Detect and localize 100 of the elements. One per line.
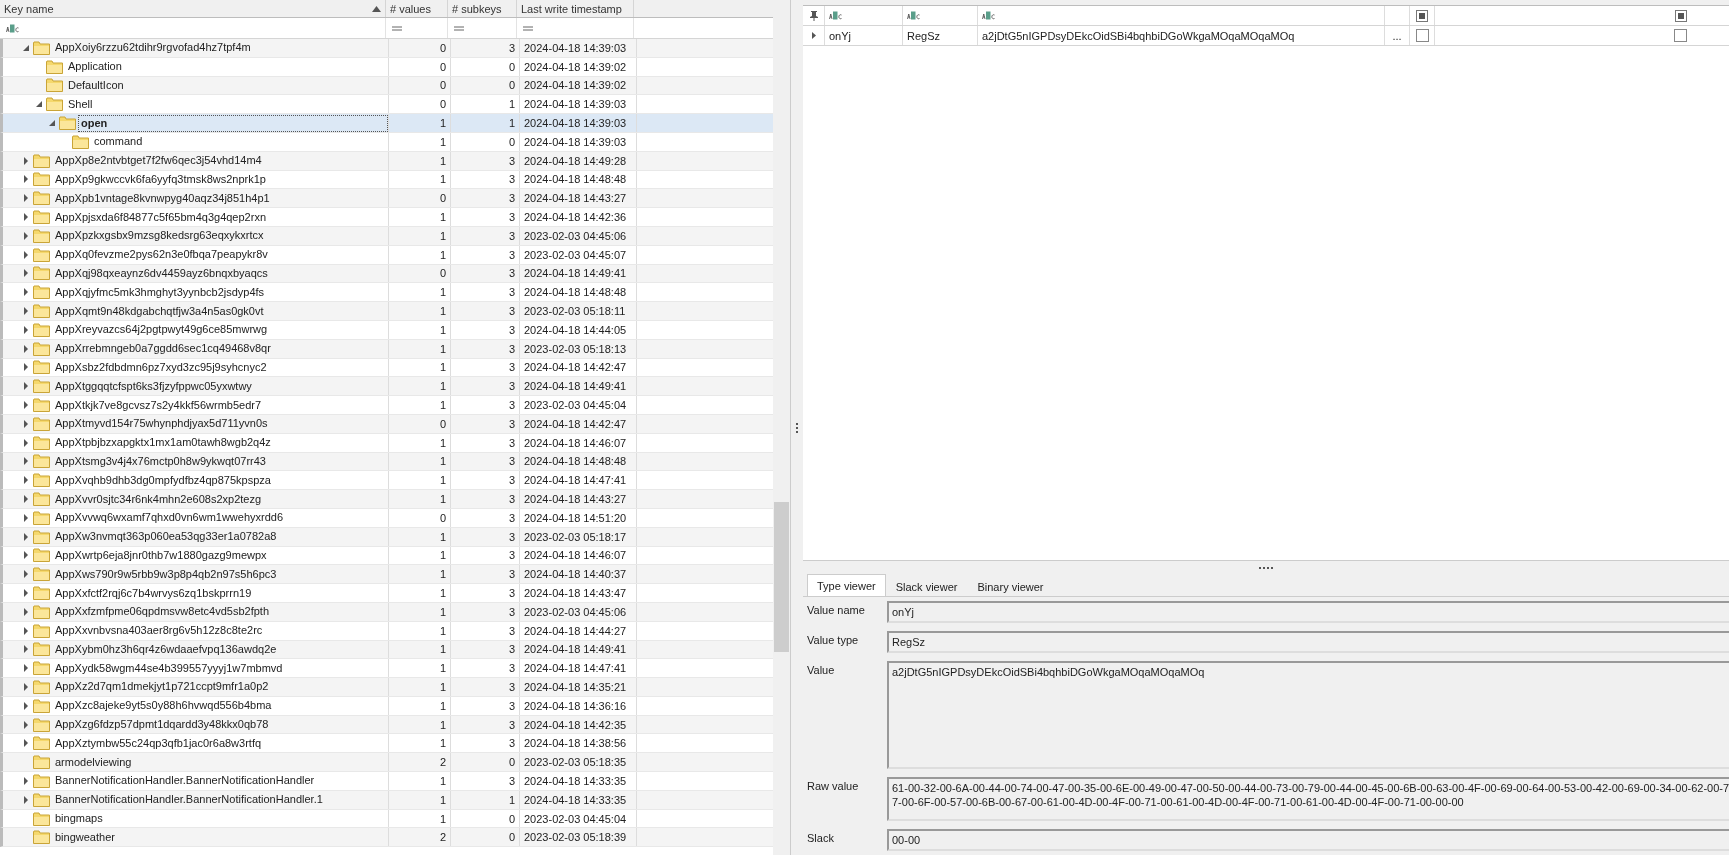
tree-row[interactable]: AppXpb1vntage8kvnwpyg40aqz34j851h4p1 0 3 2024-04-18 14:43:27 — [0, 189, 773, 209]
indeterminate-checkbox-icon[interactable] — [1674, 9, 1687, 22]
expand-arrow-icon[interactable] — [22, 457, 30, 466]
expand-arrow-icon[interactable] — [22, 382, 30, 391]
collapse-arrow-icon[interactable] — [22, 43, 30, 52]
expand-arrow-icon[interactable] — [22, 776, 30, 785]
key-name: AppXzg6fdzp57dpmt1dqardd3y48kkx0qb78 — [54, 717, 270, 733]
column-header[interactable]: Last write timestamp — [517, 0, 634, 17]
expand-arrow-icon[interactable] — [22, 344, 30, 353]
tree-row[interactable]: AppXvvr0sjtc34r6nk4mhn2e608s2xp2tezg 1 3 2024-04-18 14:43:27 — [0, 490, 773, 509]
expand-arrow-icon[interactable] — [22, 269, 30, 278]
folder-icon — [33, 266, 50, 281]
key-name: AppXtggqqtcfspt6ks3fjzyfppwc05yxwtwy — [54, 378, 253, 394]
expand-arrow-icon[interactable] — [22, 683, 30, 691]
text-field[interactable]: a2jDtG5nIGPDsyDEkcOidSBi4bqhbiDGoWkgaMOqaMOqaMOq — [887, 661, 1729, 769]
tree-row[interactable]: bingweather 2 0 2023-02-03 05:18:39 — [0, 828, 773, 848]
key-name: AppXydk58wgm44se4b399557yyyj1w7mbmvd — [54, 660, 284, 676]
table-cell: 1 — [389, 433, 451, 452]
folder-icon — [33, 755, 50, 770]
tree-row[interactable]: AppXxfctf2rqj6c7b4wrvys6zq1bskprrn19 1 3 2024-04-18 14:43:47 — [0, 584, 773, 603]
tree-row[interactable]: open 1 1 2024-04-18 14:39:03 — [0, 114, 773, 133]
key-name: AppXws790r9w5rbb9w3p8p4qb2n97s5h6pc3 — [54, 566, 278, 582]
column-header[interactable]: Key name — [0, 0, 386, 17]
table-cell: 2024-04-18 14:49:41 — [520, 640, 637, 659]
tree-row[interactable]: Shell 0 1 2024-04-18 14:39:03 — [0, 95, 773, 115]
expand-arrow-icon[interactable] — [22, 194, 30, 203]
text-field[interactable]: RegSz — [887, 631, 1729, 653]
tree-row[interactable]: AppXtggqqtcfspt6ks3fjzyfppwc05yxwtwy 1 3 2024-04-18 14:49:41 — [0, 377, 773, 397]
text-field[interactable]: 61-00-32-00-6A-00-44-00-74-00-47-00-35-00-6E-00-49-00-47-00-50-00-44-00-73-00-79-00-44-00-45-00-6B-00-63-00-4F-00-69-00-64-00-53-00-42-00-69-00-34-00-62-00-7 7-00-6F-00-57-00-6B-00-67-00-61-00-4D-00-4F-00-71-00-61-00-4D-00-4F-00-71-00-61-00-4D-00-4F-00-71-00-00-00 — [887, 777, 1729, 821]
pin-icon[interactable] — [809, 10, 818, 21]
table-cell: 3 — [451, 170, 520, 189]
expand-arrow-icon[interactable] — [22, 645, 30, 654]
column-header[interactable]: # subkeys — [448, 0, 517, 17]
expand-arrow-icon[interactable] — [22, 720, 30, 729]
table-cell: 1 — [389, 339, 451, 358]
expand-arrow-icon[interactable] — [22, 495, 30, 503]
tree-row[interactable]: AppXqmt9n48kdgabchqtfjw3a4n5as0gk0vt 1 3 2023-02-03 05:18:11 — [0, 302, 773, 321]
expand-arrow-icon[interactable] — [22, 250, 30, 259]
folder-icon — [33, 304, 50, 319]
ellipsis-button[interactable]: ... — [1385, 26, 1410, 45]
expand-arrow-icon[interactable] — [22, 288, 30, 297]
checkbox[interactable] — [1674, 29, 1687, 42]
scrollbar[interactable] — [773, 0, 790, 855]
table-cell: 1 — [389, 396, 451, 414]
table-cell: 2023-02-03 05:18:17 — [520, 527, 637, 546]
expand-arrow-icon[interactable] — [22, 589, 30, 597]
tree-row[interactable]: BannerNotificationHandler.BannerNotificationHandler 1 3 2024-04-18 14:33:35 — [0, 772, 773, 791]
expand-arrow-icon[interactable] — [22, 363, 30, 372]
folder-icon — [33, 172, 50, 187]
expand-arrow-icon[interactable] — [22, 795, 30, 804]
table-cell: 1 — [389, 584, 451, 602]
tree-row[interactable]: AppXws790r9w5rbb9w3p8p4qb2n97s5h6pc3 1 3 2024-04-18 14:40:37 — [0, 565, 773, 585]
tree-row[interactable]: armodelviewing 2 0 2023-02-03 05:18:35 — [0, 753, 773, 773]
key-name: AppXzc8ajeke9yt5s0y88h6hvwqd556b4bma — [54, 698, 273, 714]
folder-icon — [33, 642, 50, 657]
tree-row[interactable]: AppXqjyfmc5mk3hmghyt3yynbcb2jsdyp4fs 1 3 2024-04-18 14:48:48 — [0, 283, 773, 303]
checkbox[interactable] — [1415, 29, 1429, 42]
expand-arrow-icon[interactable] — [22, 156, 30, 165]
table-cell: 2023-02-03 05:18:11 — [520, 302, 637, 320]
folder-icon — [33, 492, 50, 506]
tab[interactable]: Type viewer — [807, 574, 886, 596]
table-cell: onYj — [825, 26, 903, 45]
tree-row[interactable]: AppXz2d7qm1dmekjyt1p721ccpt9mfr1a0p2 1 3 2024-04-18 14:35:21 — [0, 678, 773, 697]
expand-arrow-icon[interactable] — [22, 551, 30, 560]
expand-arrow-icon[interactable] — [22, 607, 30, 616]
tree-row[interactable]: AppXtkjk7ve8gcvsz7s2y4kkf56wrmb5edr7 1 3 2023-02-03 04:45:04 — [0, 396, 773, 415]
key-name: AppXtmyvd154r75whynphdjyax5d711yvn0s — [54, 416, 269, 432]
expand-arrow-icon[interactable] — [22, 626, 30, 635]
indeterminate-checkbox-icon[interactable] — [1416, 9, 1428, 22]
table-cell: a2jDtG5nIGPDsyDEkcOidSBi4bqhbiDGoWkgaMOqaMOqaMOq — [978, 26, 1385, 45]
expand-arrow-icon[interactable] — [22, 664, 30, 673]
tree-row[interactable]: AppXoiy6rzzu62tdihr9rgvofad4hz7tpf4m 0 3 2024-04-18 14:39:03 — [0, 39, 773, 58]
expand-arrow-icon[interactable] — [22, 513, 30, 522]
tree-row[interactable]: AppXvqhb9dhb3dg0mpfydfbz4qp875kpspza 1 3 2024-04-18 14:47:41 — [0, 471, 773, 491]
column-header[interactable]: # values — [386, 0, 448, 17]
expand-arrow-icon[interactable] — [22, 175, 30, 184]
table-cell: 2023-02-03 04:45:06 — [520, 602, 637, 621]
table-cell: 3 — [451, 678, 520, 696]
expand-arrow-icon[interactable] — [22, 476, 30, 485]
table-cell: 1 — [389, 490, 451, 508]
table-cell: 2024-04-18 14:38:56 — [520, 734, 637, 753]
table-cell: 3 — [451, 602, 520, 621]
tree-row[interactable]: AppXpjsxda6f84877c5f65bm4q3g4qep2rxn 1 3 2024-04-18 14:42:36 — [0, 208, 773, 227]
expand-arrow-icon[interactable] — [22, 701, 30, 710]
expand-arrow-icon[interactable] — [22, 532, 30, 541]
text-filter-icon — [982, 11, 995, 20]
table-cell: 2023-02-03 04:45:06 — [520, 226, 637, 245]
expand-arrow-icon[interactable] — [22, 570, 30, 579]
tree-row[interactable]: AppXydk58wgm44se4b399557yyyj1w7mbmvd 1 3 2024-04-18 14:47:41 — [0, 659, 773, 679]
table-cell: 2023-02-03 04:45:04 — [520, 809, 637, 828]
collapse-arrow-icon[interactable] — [48, 119, 56, 128]
collapse-arrow-icon[interactable] — [35, 100, 43, 109]
tree-row[interactable]: AppXztymbw55c24qp3qfb1jac0r6a8w3rtfq 1 3 2024-04-18 14:38:56 — [0, 734, 773, 754]
expand-arrow-icon[interactable] — [22, 739, 30, 748]
key-name: bingweather — [54, 829, 116, 845]
text-field[interactable]: 00-00 — [887, 829, 1729, 851]
table-cell: 1 — [389, 283, 451, 302]
text-field[interactable]: onYj — [887, 601, 1729, 623]
expand-arrow-icon[interactable] — [22, 438, 30, 447]
key-name: AppXvqhb9dhb3dg0mpfydfbz4qp875kpspza — [54, 472, 272, 488]
